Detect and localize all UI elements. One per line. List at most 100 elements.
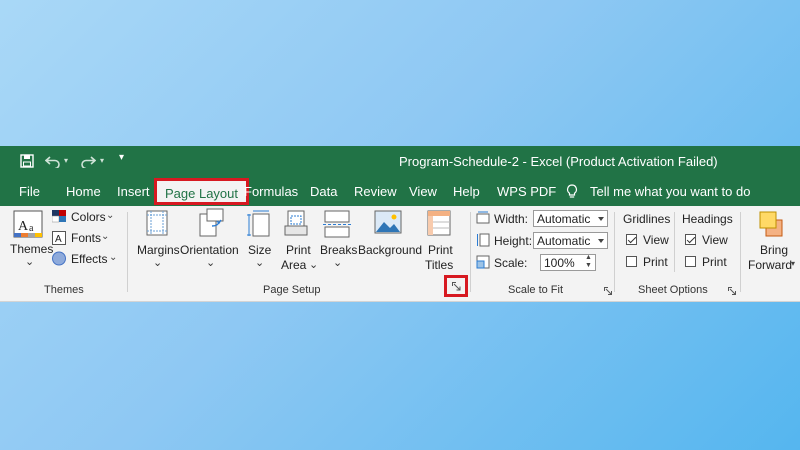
theme-fonts-icon: A <box>52 231 66 245</box>
print-titles-label-line2: Titles <box>425 258 454 272</box>
group-divider <box>127 212 128 292</box>
themes-group-label: Themes <box>44 284 84 296</box>
gridlines-view-checkbox[interactable] <box>626 234 637 245</box>
undo-icon[interactable] <box>45 154 61 168</box>
svg-text:a: a <box>29 223 34 234</box>
height-value: Automatic <box>537 234 591 248</box>
save-icon[interactable] <box>20 154 34 168</box>
background-label: Background <box>358 243 423 257</box>
undo-dropdown-icon[interactable]: ▾ <box>64 156 68 165</box>
tab-wps-pdf[interactable]: WPS PDF <box>497 184 556 199</box>
customize-quick-access-icon[interactable]: ▾ <box>119 152 124 163</box>
effects-label: Effects <box>71 252 108 266</box>
print-titles-label-line1: Print <box>428 243 453 257</box>
gridlines-heading: Gridlines <box>623 212 671 226</box>
fonts-button[interactable]: A Fonts ⌄ <box>52 229 117 247</box>
bring-forward-dropdown-icon[interactable]: ▾ <box>791 259 795 268</box>
sheet-options-group-label: Sheet Options <box>638 284 708 296</box>
group-divider <box>470 212 471 292</box>
tab-review[interactable]: Review <box>354 184 397 199</box>
themes-dropdown-icon: ⌄ <box>25 256 35 268</box>
spinner-up-icon[interactable]: ▲ <box>585 254 592 262</box>
size-icon <box>247 210 270 237</box>
group-divider <box>740 212 741 292</box>
print-area-label-line2: Area <box>281 258 307 272</box>
height-select[interactable]: Automatic <box>533 232 608 249</box>
width-select[interactable]: Automatic <box>533 210 608 227</box>
tab-view[interactable]: View <box>409 184 437 199</box>
tab-home[interactable]: Home <box>66 184 101 199</box>
svg-text:A: A <box>18 219 29 234</box>
dialog-launcher-icon <box>452 282 461 291</box>
tell-me-search[interactable]: Tell me what you want to do <box>590 184 750 199</box>
tab-help[interactable]: Help <box>453 184 480 199</box>
tab-data[interactable]: Data <box>310 184 337 199</box>
colors-label: Colors <box>71 210 106 224</box>
tab-formulas[interactable]: Formulas <box>244 184 298 199</box>
height-icon <box>477 233 490 247</box>
tab-insert[interactable]: Insert <box>117 184 150 199</box>
print-area-button[interactable]: Print Area ⌄ <box>279 208 319 278</box>
theme-colors-icon <box>52 210 66 223</box>
margins-label: Margins <box>137 243 180 257</box>
excel-window: ▾ ▾ ▾ Program-Schedule-2 - Excel (Produc… <box>0 146 800 302</box>
ribbon-page-layout: A a Themes ⌄ Colors ⌄ A Fonts ⌄ Effects … <box>0 206 800 302</box>
margins-dropdown-icon: ⌄ <box>153 257 163 269</box>
bring-forward-icon <box>759 211 783 237</box>
breaks-dropdown-icon: ⌄ <box>333 257 343 269</box>
sheet-options-dialog-launcher-icon[interactable] <box>728 287 736 295</box>
background-button[interactable]: Background <box>357 208 423 274</box>
effects-button[interactable]: Effects ⌄ <box>52 250 117 268</box>
themes-button[interactable]: A a Themes ⌄ <box>8 210 54 272</box>
scale-to-fit-dialog-launcher-icon[interactable] <box>604 287 612 295</box>
headings-print-checkbox[interactable] <box>685 256 696 267</box>
lightbulb-icon <box>566 184 578 198</box>
margins-icon <box>146 210 168 236</box>
themes-icon: A a <box>13 210 43 238</box>
print-area-icon <box>284 210 308 236</box>
width-value: Automatic <box>537 212 591 226</box>
gridlines-print-checkbox[interactable] <box>626 256 637 267</box>
page-setup-group-label: Page Setup <box>263 284 321 296</box>
chevron-down-icon <box>598 217 604 221</box>
bring-forward-label-line1: Bring <box>760 243 789 257</box>
page-setup-dialog-launcher[interactable] <box>444 275 468 297</box>
redo-icon[interactable] <box>80 154 96 168</box>
group-divider <box>674 212 675 272</box>
background-picture-icon <box>374 210 402 234</box>
redo-dropdown-icon[interactable]: ▾ <box>100 156 104 165</box>
fonts-dropdown-icon: ⌄ <box>101 231 110 242</box>
title-bar: ▾ ▾ ▾ Program-Schedule-2 - Excel (Produc… <box>0 146 800 177</box>
headings-print-label: Print <box>702 255 727 269</box>
gridlines-print-label: Print <box>643 255 668 269</box>
tab-page-layout[interactable]: Page Layout <box>154 178 250 205</box>
fonts-label: Fonts <box>71 231 102 245</box>
orientation-label: Orientation <box>180 243 239 257</box>
breaks-label: Breaks <box>320 243 358 257</box>
chevron-down-icon <box>598 239 604 243</box>
scale-label: Scale: <box>494 256 528 270</box>
effects-dropdown-icon: ⌄ <box>109 252 118 263</box>
size-label: Size <box>248 243 272 257</box>
themes-label: Themes <box>10 242 54 256</box>
scale-icon <box>476 255 490 269</box>
orientation-button[interactable]: Orientation ⌄ <box>180 208 242 274</box>
size-button[interactable]: Size ⌄ <box>244 208 274 274</box>
scale-to-fit-group-label: Scale to Fit <box>508 284 564 296</box>
bring-forward-button[interactable]: Bring Forward ▾ <box>746 208 800 278</box>
spinner-down-icon[interactable]: ▼ <box>585 262 592 270</box>
headings-heading: Headings <box>682 212 733 226</box>
height-label: Height: <box>494 234 533 248</box>
print-titles-button[interactable]: Print Titles <box>421 208 461 278</box>
group-divider <box>614 212 615 292</box>
headings-view-checkbox[interactable] <box>685 234 696 245</box>
breaks-button[interactable]: Breaks ⌄ <box>319 208 357 274</box>
orientation-icon <box>199 208 224 237</box>
margins-button[interactable]: Margins ⌄ <box>136 208 180 274</box>
tab-file[interactable]: File <box>19 184 40 199</box>
print-area-label-line1: Print <box>286 243 311 257</box>
colors-button[interactable]: Colors ⌄ <box>52 208 117 226</box>
print-area-dropdown-icon: ⌄ <box>309 259 319 271</box>
orientation-dropdown-icon: ⌄ <box>206 257 216 269</box>
ribbon-tabs: File Home Insert Page Layout Formulas Da… <box>0 177 800 206</box>
